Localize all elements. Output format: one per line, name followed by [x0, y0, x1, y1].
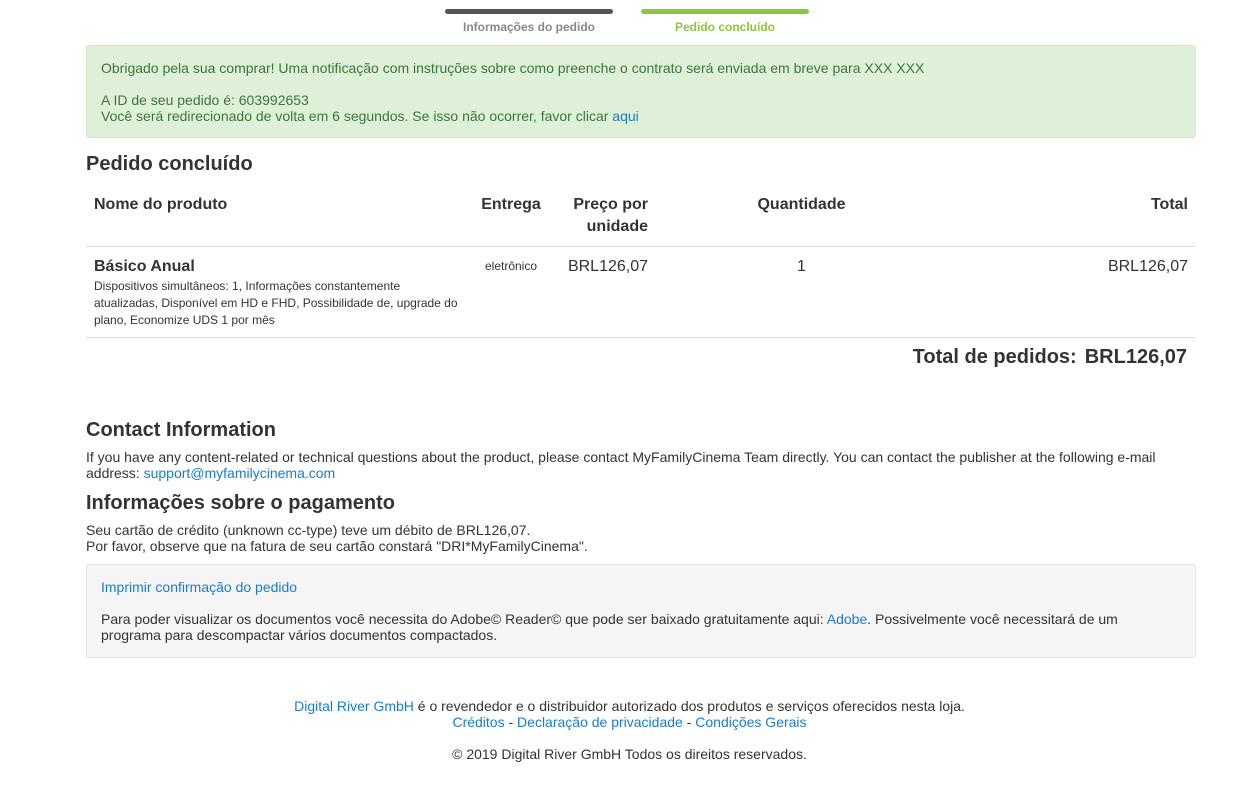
product-name: Básico Anual	[94, 258, 195, 275]
total-cell: BRL126,07	[947, 246, 1196, 338]
thanks-message: Obrigado pela sua comprar! Uma notificaç…	[101, 60, 925, 76]
print-box: Imprimir confirmação do pedido Para pode…	[86, 564, 1196, 658]
contact-text-block: If you have any content-related or techn…	[86, 449, 1196, 481]
grand-total-label: Total de pedidos:	[912, 346, 1077, 368]
privacy-link[interactable]: Declaração de privacidade	[517, 714, 683, 730]
quantity-cell: 1	[656, 246, 947, 338]
col-header-unit-price: Preço por unidade	[550, 184, 656, 247]
grand-total-value: BRL126,07	[1084, 346, 1187, 368]
unit-price-value: BRL126,07	[567, 258, 648, 275]
footer-separator: -	[682, 714, 696, 730]
product-cell: Básico Anual Dispositivos simultâneos: 1…	[86, 246, 472, 338]
payment-charge-text: Seu cartão de crédito (unknown cc-type) …	[86, 522, 531, 538]
delivery-cell: eletrônico	[472, 246, 550, 338]
payment-text-block: Seu cartão de crédito (unknown cc-type) …	[86, 522, 1196, 554]
redirect-link[interactable]: aqui	[612, 108, 638, 124]
checkout-progress: Informações do pedido Pedido concluído	[0, 9, 1259, 39]
product-description: Dispositivos simultâneos: 1, Informações…	[94, 279, 458, 327]
footer-reseller: Digital River GmbH é o revendedor e o di…	[0, 698, 1259, 714]
payment-statement-text: Por favor, observe que na fatura de seu …	[86, 538, 588, 554]
delivery-value: eletrônico	[484, 259, 538, 273]
step-order-complete-bar	[641, 9, 809, 14]
col-header-total: Total	[947, 184, 1196, 247]
contact-title: Contact Information	[86, 419, 276, 441]
order-grand-total: Total de pedidos: BRL126,07	[913, 346, 1187, 369]
table-row: Básico Anual Dispositivos simultâneos: 1…	[86, 246, 1196, 338]
line-total-value: BRL126,07	[1107, 258, 1188, 275]
step-order-complete: Pedido concluído	[641, 9, 809, 34]
col-header-unit-price-line1: Preço por	[573, 196, 648, 213]
order-table: Nome do produto Entrega Preço por unidad…	[86, 184, 1196, 338]
order-title: Pedido concluído	[86, 153, 253, 175]
col-header-quantity: Quantidade	[656, 184, 947, 247]
footer-links: Créditos - Declaração de privacidade - C…	[0, 714, 1259, 730]
print-confirmation-link[interactable]: Imprimir confirmação do pedido	[101, 579, 297, 595]
col-header-unit-price-line2: unidade	[586, 218, 648, 235]
step-order-info: Informações do pedido	[445, 9, 613, 34]
success-alert: Obrigado pela sua comprar! Uma notificaç…	[86, 45, 1196, 138]
adobe-note-text: Para poder visualizar os documentos você…	[101, 611, 824, 627]
col-header-delivery: Entrega	[472, 184, 550, 247]
terms-link[interactable]: Condições Gerais	[695, 714, 806, 730]
step-order-complete-label: Pedido concluído	[674, 20, 775, 34]
quantity-value: 1	[797, 258, 806, 275]
company-link[interactable]: Digital River GmbH	[294, 698, 414, 714]
adobe-note: Para poder visualizar os documentos você…	[101, 611, 1181, 643]
table-header-row: Nome do produto Entrega Preço por unidad…	[86, 184, 1196, 247]
col-header-name: Nome do produto	[86, 184, 472, 247]
unit-price-cell: BRL126,07	[550, 246, 656, 338]
footer-separator: -	[504, 714, 518, 730]
order-id-text: A ID de seu pedido é: 603992653	[101, 92, 309, 108]
reseller-text: é o revendedor e o distribuidor autoriza…	[413, 698, 965, 714]
credits-link[interactable]: Créditos	[452, 714, 504, 730]
footer-copyright: © 2019 Digital River GmbH Todos os direi…	[452, 746, 807, 762]
step-order-info-bar	[445, 9, 613, 14]
support-email-link[interactable]: support@myfamilycinema.com	[144, 465, 336, 481]
adobe-link[interactable]: Adobe	[827, 611, 867, 627]
redirect-text: Você será redirecionado de volta em 6 se…	[101, 108, 609, 124]
redirect-message: Você será redirecionado de volta em 6 se…	[101, 108, 1181, 124]
payment-title: Informações sobre o pagamento	[86, 492, 395, 514]
step-order-info-label: Informações do pedido	[462, 20, 595, 34]
